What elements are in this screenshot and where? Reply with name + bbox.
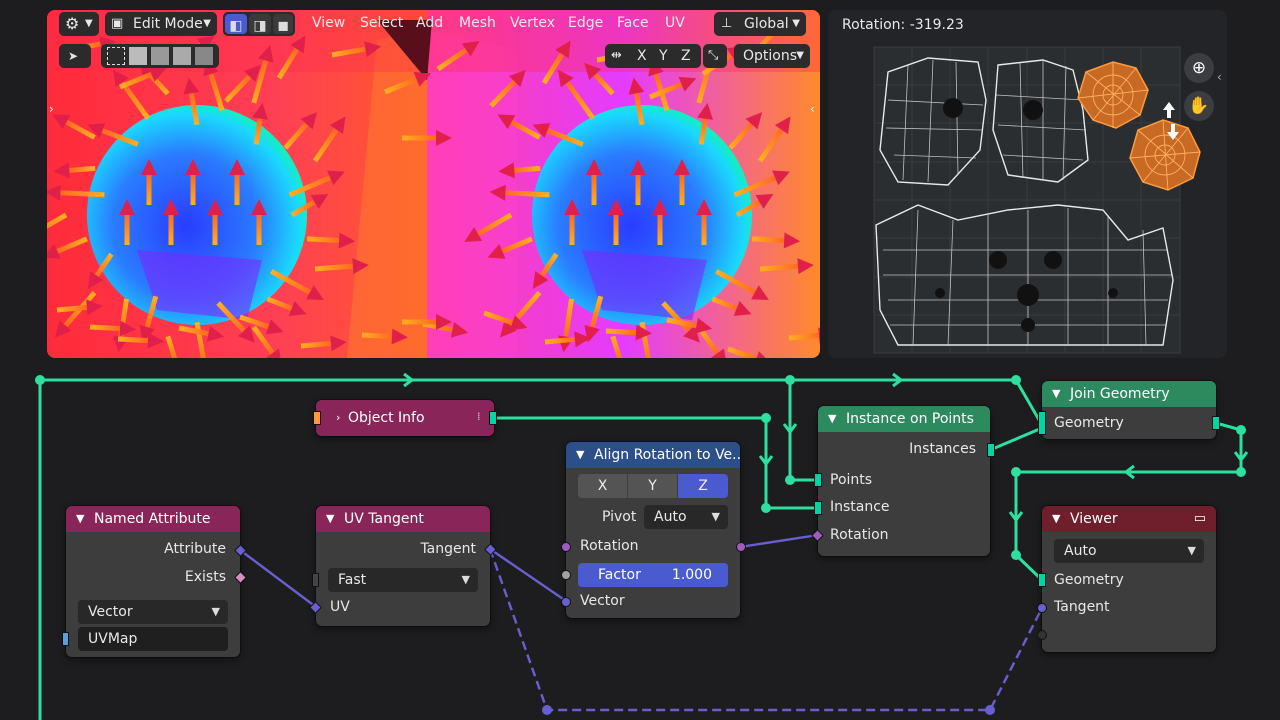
tangent-input-label: Tangent xyxy=(1054,599,1110,615)
chevron-down-icon: ▼ xyxy=(461,573,470,586)
node-object-info[interactable]: › Object Info ⁞ xyxy=(313,400,497,436)
uv-input-label: UV xyxy=(330,599,350,615)
object-info-geometry-socket[interactable] xyxy=(489,411,497,425)
rotation-input-socket[interactable] xyxy=(561,542,571,552)
rotation-input-label: Rotation xyxy=(830,527,889,543)
node-viewer[interactable]: ▼ Viewer ▭ Auto ▼ Geometry Tangent xyxy=(1037,506,1216,652)
node-join-geometry[interactable]: ▼ Join Geometry Geometry xyxy=(1038,381,1220,439)
geometry-input-socket[interactable] xyxy=(1038,573,1046,587)
method-dropdown[interactable]: Fast ▼ xyxy=(328,568,478,592)
chevron-right-icon: › xyxy=(336,411,341,424)
pivot-label: Pivot xyxy=(602,509,637,525)
axis-x-button[interactable]: X xyxy=(578,474,627,498)
node-instance-on-points[interactable]: ▼ Instance on Points Instances Points In… xyxy=(811,406,995,556)
tangent-input-socket[interactable] xyxy=(1037,603,1047,613)
vector-link-tangent-align xyxy=(489,548,567,602)
empty-input-socket[interactable] xyxy=(1037,630,1047,640)
geometry-input-label: Geometry xyxy=(1054,415,1124,431)
rotation-link xyxy=(739,533,819,549)
node-align-rotation[interactable]: ▼ Align Rotation to Ve... X Y Z Pivot Au… xyxy=(561,442,746,618)
data-type-dropdown[interactable]: Vector ▼ xyxy=(78,600,228,624)
vector-input-socket[interactable] xyxy=(561,597,571,607)
chevron-down-icon: ▼ xyxy=(828,412,837,425)
instance-on-points-title: Instance on Points xyxy=(846,411,974,427)
factor-value: 1.000 xyxy=(671,567,712,583)
factor-slider[interactable]: Factor 1.000 xyxy=(578,563,728,587)
named-attribute-header[interactable]: ▼ Named Attribute xyxy=(66,506,240,532)
instance-input-label: Instance xyxy=(830,499,890,515)
instances-output-label: Instances xyxy=(909,441,976,457)
axis-z-button[interactable]: Z xyxy=(678,474,728,498)
grip-icon: ⁞ xyxy=(477,410,481,423)
instances-output-socket[interactable] xyxy=(987,443,995,457)
method-input-socket[interactable] xyxy=(312,573,319,587)
vector-input-label: Vector xyxy=(580,593,625,609)
align-rotation-header[interactable]: ▼ Align Rotation to Ve... xyxy=(566,442,740,468)
node-uv-tangent[interactable]: ▼ UV Tangent Tangent Fast ▼ UV xyxy=(309,506,497,626)
named-attribute-title: Named Attribute xyxy=(94,511,211,527)
attribute-name-value: UVMap xyxy=(88,631,138,647)
points-input-socket[interactable] xyxy=(814,473,822,487)
align-rotation-title: Align Rotation to Ve... xyxy=(594,447,740,463)
join-geometry-header[interactable]: ▼ Join Geometry xyxy=(1042,381,1216,407)
attribute-name-field[interactable]: UVMap xyxy=(78,627,228,651)
uv-tangent-title: UV Tangent xyxy=(344,511,424,527)
object-info-input-socket[interactable] xyxy=(313,411,321,425)
method-value: Fast xyxy=(338,572,367,588)
pivot-value: Auto xyxy=(654,509,687,525)
geometry-input-label: Geometry xyxy=(1054,572,1124,588)
node-named-attribute[interactable]: ▼ Named Attribute Attribute Exists Vecto… xyxy=(62,506,247,657)
chevron-down-icon: ▼ xyxy=(576,448,585,461)
exists-output-label: Exists xyxy=(184,569,226,585)
chevron-down-icon: ▼ xyxy=(1052,512,1061,525)
vector-link-uv xyxy=(239,549,317,608)
geometry-link-instances xyxy=(989,426,1043,452)
chevron-down-icon: ▼ xyxy=(211,605,220,618)
join-geometry-title: Join Geometry xyxy=(1070,386,1170,402)
factor-label: Factor xyxy=(598,567,641,583)
geometry-link-points xyxy=(788,380,818,482)
uv-tangent-header[interactable]: ▼ UV Tangent xyxy=(316,506,490,532)
data-type-value: Vector xyxy=(88,604,133,620)
domain-dropdown[interactable]: Auto ▼ xyxy=(1054,539,1204,563)
chevron-down-icon: ▼ xyxy=(1052,387,1061,400)
viewer-header[interactable]: ▼ Viewer ▭ xyxy=(1042,506,1216,532)
instance-on-points-header[interactable]: ▼ Instance on Points xyxy=(818,406,990,432)
object-info-header[interactable]: › Object Info xyxy=(316,400,494,436)
chevron-down-icon: ▼ xyxy=(711,510,720,523)
pivot-dropdown[interactable]: Auto ▼ xyxy=(644,505,728,529)
points-input-label: Points xyxy=(830,472,873,488)
chevron-down-icon: ▼ xyxy=(1187,544,1196,557)
viewer-title: Viewer xyxy=(1070,511,1118,527)
instance-input-socket[interactable] xyxy=(814,501,822,515)
name-input-socket[interactable] xyxy=(62,632,69,646)
attribute-output-label: Attribute xyxy=(164,541,226,557)
rotation-input-label: Rotation xyxy=(580,538,639,554)
geometry-input-socket[interactable] xyxy=(1038,411,1046,435)
chevron-down-icon: ▼ xyxy=(326,512,335,525)
tangent-output-label: Tangent xyxy=(420,541,476,557)
domain-value: Auto xyxy=(1064,543,1097,559)
factor-input-socket[interactable] xyxy=(561,570,571,580)
geometry-output-socket[interactable] xyxy=(1212,416,1220,430)
monitor-icon[interactable]: ▭ xyxy=(1194,506,1206,532)
object-info-title: Object Info xyxy=(348,410,425,426)
axis-y-button[interactable]: Y xyxy=(628,474,677,498)
rotation-output-socket[interactable] xyxy=(736,542,746,552)
chevron-down-icon: ▼ xyxy=(76,512,85,525)
